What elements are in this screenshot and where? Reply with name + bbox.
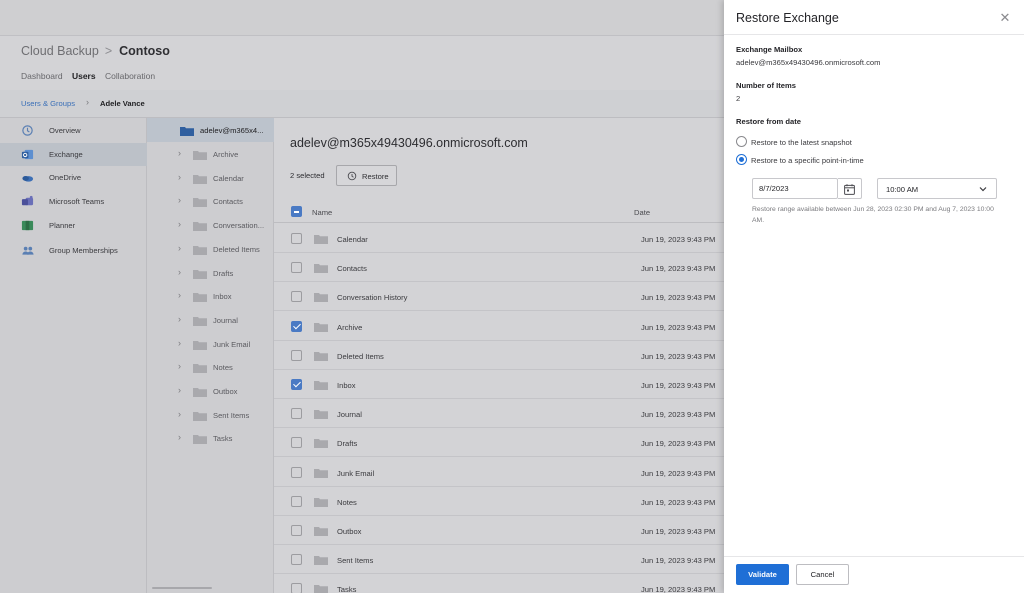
date-field[interactable] xyxy=(759,184,835,193)
calendar-button[interactable] xyxy=(838,178,862,199)
restore-from-label: Restore from date xyxy=(736,117,801,126)
panel-footer-divider xyxy=(724,556,1024,557)
time-value: 10:00 AM xyxy=(886,185,919,194)
items-label: Number of Items xyxy=(736,81,796,90)
chevron-down-icon xyxy=(979,187,987,192)
radio-point-in-time[interactable] xyxy=(736,154,747,165)
radio-latest-label: Restore to the latest snapshot xyxy=(751,138,852,147)
validate-button[interactable]: Validate xyxy=(736,564,789,585)
panel-title: Restore Exchange xyxy=(736,11,839,25)
radio-point-label: Restore to a specific point-in-time xyxy=(751,156,864,165)
time-select[interactable]: 10:00 AM xyxy=(877,178,997,199)
mailbox-value: adelev@m365x49430496.onmicrosoft.com xyxy=(736,58,881,67)
calendar-icon xyxy=(844,184,855,195)
radio-latest-snapshot[interactable] xyxy=(736,136,747,147)
close-icon[interactable]: ✕ xyxy=(996,9,1014,27)
date-input[interactable] xyxy=(752,178,838,199)
items-value: 2 xyxy=(736,94,741,103)
modal-overlay[interactable] xyxy=(0,0,724,593)
mailbox-label: Exchange Mailbox xyxy=(736,45,803,54)
panel-divider xyxy=(724,34,1024,35)
restore-range-hint: Restore range available between Jun 28, … xyxy=(752,206,994,224)
cancel-button[interactable]: Cancel xyxy=(796,564,849,585)
